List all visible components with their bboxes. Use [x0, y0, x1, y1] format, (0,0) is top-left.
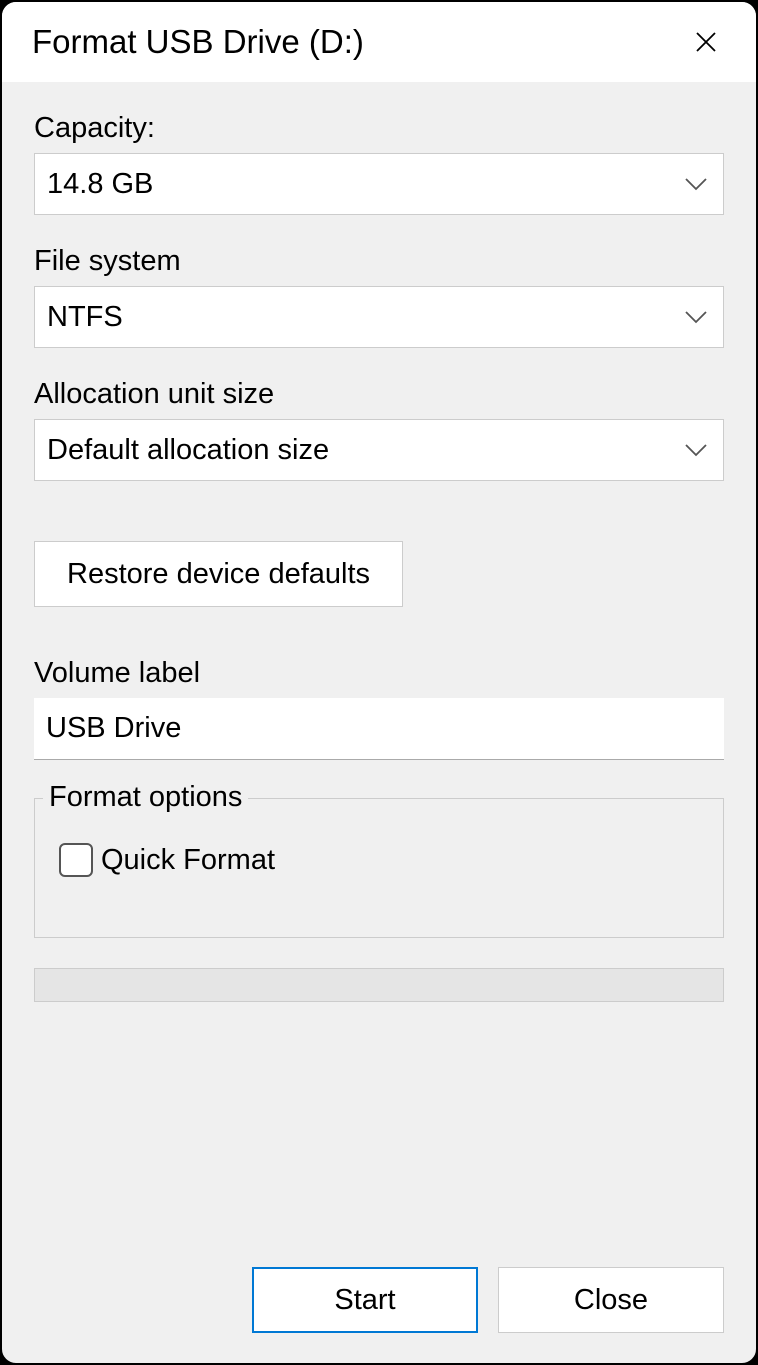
quick-format-label: Quick Format	[101, 844, 275, 877]
capacity-value: 14.8 GB	[34, 153, 724, 215]
volume-group: Volume label	[34, 657, 724, 760]
start-button[interactable]: Start	[252, 1267, 478, 1333]
capacity-group: Capacity: 14.8 GB	[34, 112, 724, 215]
capacity-label: Capacity:	[34, 112, 724, 145]
capacity-select[interactable]: 14.8 GB	[34, 153, 724, 215]
close-button[interactable]: Close	[498, 1267, 724, 1333]
allocation-value: Default allocation size	[34, 419, 724, 481]
allocation-select[interactable]: Default allocation size	[34, 419, 724, 481]
titlebar: Format USB Drive (D:)	[2, 2, 756, 82]
close-icon[interactable]	[686, 22, 726, 62]
allocation-group: Allocation unit size Default allocation …	[34, 378, 724, 481]
filesystem-label: File system	[34, 245, 724, 278]
progress-bar	[34, 968, 724, 1002]
filesystem-group: File system NTFS	[34, 245, 724, 348]
dialog-content: Capacity: 14.8 GB File system NTFS Alloc…	[2, 82, 756, 1363]
quick-format-row: Quick Format	[59, 843, 703, 877]
filesystem-select[interactable]: NTFS	[34, 286, 724, 348]
filesystem-value: NTFS	[34, 286, 724, 348]
restore-defaults-button[interactable]: Restore device defaults	[34, 541, 403, 607]
format-options-legend: Format options	[43, 781, 248, 814]
window-title: Format USB Drive (D:)	[32, 23, 364, 61]
volume-label-input[interactable]	[34, 698, 724, 760]
format-dialog: Format USB Drive (D:) Capacity: 14.8 GB …	[0, 0, 758, 1365]
volume-label: Volume label	[34, 657, 724, 690]
quick-format-checkbox[interactable]	[59, 843, 93, 877]
button-row: Start Close	[34, 1227, 724, 1333]
allocation-label: Allocation unit size	[34, 378, 724, 411]
format-options-fieldset: Format options Quick Format	[34, 798, 724, 938]
